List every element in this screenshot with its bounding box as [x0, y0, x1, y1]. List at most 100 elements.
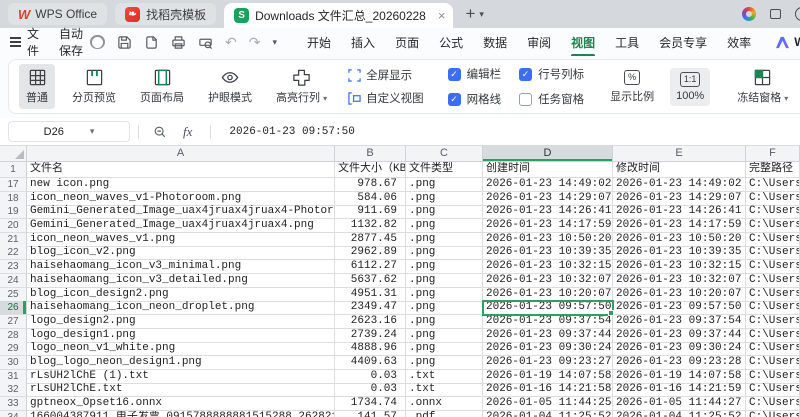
cell-filetype[interactable]: .txt — [406, 383, 483, 398]
window-control-icon[interactable] — [795, 7, 800, 21]
cell-filetype[interactable]: .png — [406, 273, 483, 288]
cell-modified[interactable]: 2026-01-23 10:32:15 — [613, 260, 746, 275]
cell-filename[interactable]: blog_icon_v2.png — [27, 246, 335, 261]
cell-filesize[interactable]: 2623.16 — [335, 314, 406, 329]
row-number[interactable]: 25 — [0, 287, 27, 302]
cell-filesize[interactable]: 978.67 — [335, 178, 406, 192]
close-tab-icon[interactable]: × — [438, 9, 446, 22]
gridlines-checkbox[interactable]: 网格线 — [447, 91, 501, 107]
autosave-toggle[interactable] — [90, 35, 106, 49]
menu-tab[interactable]: 审阅 — [519, 30, 559, 55]
cell-filename[interactable]: logo_design2.png — [27, 314, 335, 329]
eye-protect-button[interactable]: 护眼模式 — [201, 64, 259, 109]
row-number[interactable]: 30 — [0, 355, 27, 370]
cell-filename[interactable]: rLsUH2lChE.txt — [27, 383, 335, 398]
cell-modified[interactable]: 2026-01-23 14:29:07 — [613, 191, 746, 206]
row-number[interactable]: 19 — [0, 205, 27, 220]
page-break-preview-button[interactable]: 分页预览 — [65, 64, 123, 109]
cell-created[interactable]: 2026-01-16 14:21:58 — [483, 383, 613, 398]
menu-tab[interactable]: 视图 — [563, 30, 603, 57]
cell-filetype[interactable]: .png — [406, 178, 483, 192]
cell-filetype[interactable]: .png — [406, 355, 483, 370]
cell-filetype[interactable]: .png — [406, 342, 483, 357]
cell-filesize[interactable]: 4888.96 — [335, 342, 406, 357]
highlight-row-col-button[interactable]: 高亮行列 ▾ — [269, 64, 334, 109]
tab-active-document[interactable]: S Downloads 文件汇总_20260228 × — [224, 3, 454, 28]
cell-filetype[interactable]: .png — [406, 260, 483, 275]
formula-value[interactable]: 2026-01-23 09:57:50 — [229, 126, 354, 138]
cell-filename[interactable]: logo_design1.png — [27, 328, 335, 343]
cell-filesize[interactable]: 2877.45 — [335, 232, 406, 247]
cell-modified[interactable]: 2026-01-23 10:39:35 — [613, 246, 746, 261]
row-number[interactable]: 29 — [0, 342, 27, 357]
menu-tab[interactable]: 会员专享 — [651, 30, 715, 55]
row-number[interactable]: 27 — [0, 314, 27, 329]
cell-filetype[interactable]: .png — [406, 219, 483, 234]
cell-filesize[interactable]: 1734.74 — [335, 397, 406, 411]
wps-ai-button[interactable]: WPS AI — [775, 35, 800, 49]
row-number[interactable]: 32 — [0, 383, 27, 398]
header-cell-created[interactable]: 创建时间 — [483, 162, 613, 178]
cell-modified[interactable]: 2026-01-23 14:17:59 — [613, 219, 746, 234]
cell-modified[interactable]: 2026-01-23 10:50:20 — [613, 232, 746, 247]
cell-filename[interactable]: 166004387911_电子发票_0915788888881515288_26… — [27, 410, 335, 417]
row-number[interactable]: 26 — [0, 301, 27, 316]
zoom-100-button[interactable]: 1:1 100% — [670, 67, 711, 106]
row-number[interactable]: 22 — [0, 246, 27, 261]
cell-filetype[interactable]: .png — [406, 287, 483, 302]
custom-view-button[interactable]: 自定义视图 — [348, 90, 424, 106]
column-header[interactable]: B — [335, 146, 406, 162]
cell-modified[interactable]: 2026-01-23 10:32:07 — [613, 273, 746, 288]
cell-created[interactable]: 2026-01-23 09:37:44 — [483, 328, 613, 343]
tab-docer-templates[interactable]: ❧ 找稻壳模板 — [115, 3, 217, 25]
cell-filesize[interactable]: 911.69 — [335, 205, 406, 220]
header-cell-path[interactable]: 完整路径 — [746, 162, 800, 178]
cell-path[interactable]: C:\Users\ — [746, 273, 800, 288]
cell-filesize[interactable]: 141.57 — [335, 410, 406, 417]
menu-tab[interactable]: 公式 — [431, 30, 471, 55]
cell-filesize[interactable]: 584.06 — [335, 191, 406, 206]
cell-path[interactable]: C:\Users\ — [746, 328, 800, 343]
cell-filesize[interactable]: 2739.24 — [335, 328, 406, 343]
cell-filetype[interactable]: .png — [406, 191, 483, 206]
cell-path[interactable]: C:\Users\ — [746, 246, 800, 261]
cell-filename[interactable]: new icon.png — [27, 178, 335, 192]
cell-modified[interactable]: 2026-01-19 14:07:58 — [613, 369, 746, 384]
cell-filename[interactable]: icon_neon_waves_v1-Photoroom.png — [27, 191, 335, 206]
cell-created[interactable]: 2026-01-23 10:20:07 — [483, 287, 613, 302]
cell-created[interactable]: 2026-01-23 09:57:50 — [482, 300, 614, 317]
cell-filesize[interactable]: 4409.63 — [335, 355, 406, 370]
new-tab-button[interactable]: + — [465, 4, 475, 24]
cell-path[interactable]: C:\Users\ — [746, 260, 800, 275]
row-number[interactable]: 34 — [0, 410, 27, 417]
save-icon[interactable] — [117, 35, 132, 50]
print-icon[interactable] — [171, 35, 186, 50]
hamburger-menu-icon[interactable] — [10, 37, 21, 47]
cell-created[interactable]: 2026-01-23 10:50:20 — [483, 232, 613, 247]
cell-created[interactable]: 2026-01-23 09:37:54 — [483, 314, 613, 329]
column-header[interactable]: C — [406, 146, 483, 162]
quickbar-chevron-icon[interactable]: ▾ — [273, 37, 278, 48]
menu-tab[interactable]: 页面 — [387, 30, 427, 55]
row-number[interactable]: 24 — [0, 273, 27, 288]
cell-modified[interactable]: 2026-01-05 11:44:27 — [613, 397, 746, 411]
cell-filetype[interactable]: .onnx — [406, 397, 483, 411]
cell-created[interactable]: 2026-01-23 10:32:07 — [483, 273, 613, 288]
cell-filetype[interactable]: .txt — [406, 369, 483, 384]
task-pane-checkbox[interactable]: 任务窗格 — [519, 91, 584, 107]
export-icon[interactable] — [144, 35, 159, 50]
cell-path[interactable]: C:\Users\ — [746, 314, 800, 329]
cell-path[interactable]: C:\Users\ — [746, 191, 800, 206]
row-number[interactable]: 20 — [0, 219, 27, 234]
cell-path[interactable]: C:\Users\ — [746, 178, 800, 192]
cell-filename[interactable]: rLsUH2lChE (1).txt — [27, 369, 335, 384]
cell-path[interactable]: C:\Users\ — [746, 410, 800, 417]
cell-modified[interactable]: 2026-01-23 09:57:50 — [613, 301, 746, 316]
headings-checkbox[interactable]: 行号列标 — [519, 66, 584, 82]
fx-icon[interactable]: fx — [183, 124, 192, 140]
row-number[interactable]: 21 — [0, 232, 27, 247]
cell-created[interactable]: 2026-01-23 14:29:07 — [483, 191, 613, 206]
cell-path[interactable]: C:\Users\ — [746, 355, 800, 370]
cell-filetype[interactable]: .png — [406, 232, 483, 247]
cell-filetype[interactable]: .png — [406, 314, 483, 329]
